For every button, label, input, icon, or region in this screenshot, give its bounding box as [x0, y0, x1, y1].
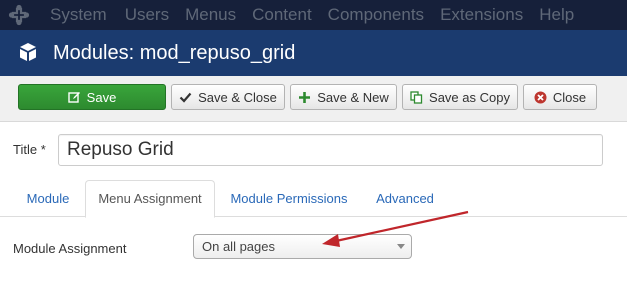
joomla-logo-icon[interactable] [8, 4, 30, 26]
module-assignment-select[interactable]: On all pages [193, 234, 412, 259]
copy-icon [410, 90, 423, 104]
save-close-button[interactable]: Save & Close [171, 84, 285, 110]
save-new-label: Save & New [317, 89, 389, 105]
cube-icon [20, 43, 36, 61]
close-button[interactable]: Close [523, 84, 597, 110]
check-icon [179, 92, 192, 103]
tab-module-permissions[interactable]: Module Permissions [220, 180, 358, 217]
top-menu-bar: System Users Menus Content Components Ex… [0, 0, 627, 30]
menu-components[interactable]: Components [328, 5, 424, 25]
title-label: Title * [13, 142, 46, 157]
toolbar: Save Save & Close Save & New Save as Cop… [0, 76, 627, 122]
module-assignment-value: On all pages [202, 239, 275, 254]
tab-menu-assignment[interactable]: Menu Assignment [85, 180, 215, 218]
page-title: Modules: mod_repuso_grid [53, 42, 296, 64]
tab-module[interactable]: Module [13, 180, 83, 217]
close-label: Close [552, 89, 587, 105]
tab-advanced[interactable]: Advanced [367, 180, 443, 217]
plus-icon [299, 91, 311, 103]
save-copy-label: Save as Copy [429, 89, 510, 105]
chevron-down-icon [397, 244, 405, 249]
menu-extensions[interactable]: Extensions [440, 5, 523, 25]
save-new-button[interactable]: Save & New [290, 84, 397, 110]
close-icon [534, 91, 547, 103]
save-label: Save [86, 89, 117, 105]
menu-system[interactable]: System [50, 5, 107, 25]
title-input[interactable] [58, 134, 603, 166]
module-assignment-label: Module Assignment [13, 241, 127, 256]
edit-icon [67, 91, 80, 103]
page-header: Modules: mod_repuso_grid [0, 30, 627, 76]
save-close-label: Save & Close [198, 89, 277, 105]
menu-help[interactable]: Help [539, 5, 574, 25]
menu-content[interactable]: Content [252, 5, 312, 25]
menu-menus[interactable]: Menus [185, 5, 236, 25]
save-button[interactable]: Save [18, 84, 166, 110]
tab-bar: Module Menu Assignment Module Permission… [0, 180, 627, 218]
save-copy-button[interactable]: Save as Copy [402, 84, 518, 110]
menu-users[interactable]: Users [125, 5, 169, 25]
